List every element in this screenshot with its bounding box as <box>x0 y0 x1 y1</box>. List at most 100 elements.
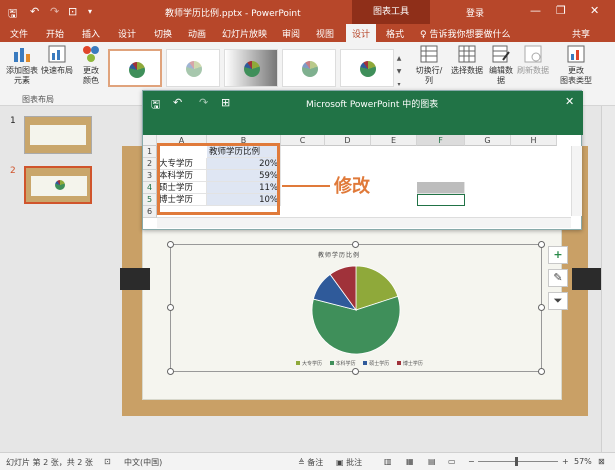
resize-handle[interactable] <box>538 304 545 311</box>
zoom-slider-knob[interactable] <box>515 457 518 466</box>
slide-vertical-scrollbar[interactable] <box>601 106 615 452</box>
slide-thumbnail-1[interactable] <box>24 116 92 154</box>
select-data-button[interactable]: 选择数据 <box>450 44 484 76</box>
chart-elements-plus-icon[interactable]: + <box>548 246 568 264</box>
resize-handle[interactable] <box>538 241 545 248</box>
row-header[interactable]: 5 <box>143 194 157 206</box>
gallery-scroll[interactable]: ▲ ▼ ▾ <box>394 52 404 92</box>
tab-file[interactable]: 文件 <box>10 27 28 40</box>
resize-handle[interactable] <box>167 304 174 311</box>
column-header-c[interactable]: C <box>281 135 325 146</box>
change-chart-type-button[interactable]: 更改 图表类型 <box>556 44 596 86</box>
pie-chart[interactable] <box>306 260 406 360</box>
slide-sorter-icon[interactable]: ▦ <box>406 457 414 466</box>
chart-styles-brush-icon[interactable]: ✎ <box>548 269 568 287</box>
redo-icon[interactable]: ↷ <box>199 96 208 109</box>
add-chart-element-button[interactable]: 添加图表 元素 <box>4 44 40 86</box>
customize-toolbar-icon[interactable]: ▾ <box>88 7 92 16</box>
resize-handle[interactable] <box>167 241 174 248</box>
slideshow-icon[interactable]: ▭ <box>448 457 456 466</box>
tab-review[interactable]: 审阅 <box>282 27 300 40</box>
minimize-icon[interactable]: — <box>530 4 541 17</box>
tab-chart-design[interactable]: 设计 <box>346 24 377 42</box>
cell-f5-active[interactable] <box>417 194 465 206</box>
data-horizontal-scrollbar[interactable] <box>157 217 571 228</box>
resize-handle[interactable] <box>538 368 545 375</box>
tab-home[interactable]: 开始 <box>46 27 64 40</box>
comments-label: 批注 <box>346 458 363 467</box>
chart-style-2[interactable] <box>166 49 220 87</box>
select-all-corner[interactable] <box>143 135 157 146</box>
column-header-g[interactable]: G <box>465 135 511 146</box>
chart-filter-icon[interactable]: ⏷ <box>548 292 568 310</box>
title-bar: 🖫 ↶ ↷ ⊡ ▾ 教师学历比例.pptx - PowerPoint 图表工具 … <box>0 0 615 24</box>
chart-style-3[interactable] <box>224 49 278 87</box>
change-colors-button[interactable]: 更改 颜色 <box>78 44 104 86</box>
undo-icon[interactable]: ↶ <box>173 96 182 109</box>
slide-number: 1 <box>10 116 16 126</box>
row-header[interactable]: 1 <box>143 146 157 158</box>
row-header[interactable]: 4 <box>143 182 157 194</box>
restore-icon[interactable]: ❐ <box>556 4 566 17</box>
zoom-level[interactable]: 57% <box>574 457 592 466</box>
tab-chart-format[interactable]: 格式 <box>386 27 404 40</box>
tab-transitions[interactable]: 切换 <box>154 27 172 40</box>
quick-layout-button[interactable]: 快速布局 <box>40 44 74 76</box>
comments-button[interactable]: ▣ 批注 <box>336 457 362 468</box>
select-data-label: 选择数据 <box>451 66 483 75</box>
close-icon[interactable]: ✕ <box>590 4 599 17</box>
save-icon[interactable]: 🖫 <box>8 5 17 24</box>
zoom-in-icon[interactable]: + <box>562 457 569 466</box>
reading-view-icon[interactable]: ▤ <box>428 457 436 466</box>
edit-data-button[interactable]: 编辑数 据 <box>486 44 516 86</box>
chart-style-pie-icon <box>244 61 260 77</box>
chart-style-1[interactable] <box>108 49 162 87</box>
edit-in-excel-icon[interactable]: ⊞ <box>221 96 230 109</box>
presentation-start-icon[interactable]: ⊡ <box>68 5 77 18</box>
zoom-slider[interactable] <box>478 461 558 462</box>
tab-insert[interactable]: 插入 <box>82 27 100 40</box>
annotation-text: 修改 <box>334 176 370 197</box>
highlight-box <box>157 143 280 215</box>
chart-data-title: Microsoft PowerPoint 中的图表 <box>306 100 439 110</box>
legend-swatch <box>296 361 300 365</box>
tab-slideshow[interactable]: 幻灯片放映 <box>222 27 267 40</box>
column-header-d[interactable]: D <box>325 135 371 146</box>
share-button[interactable]: 共享 <box>572 27 590 40</box>
data-vertical-scrollbar[interactable] <box>571 146 582 216</box>
column-header-e[interactable]: E <box>371 135 417 146</box>
tab-design[interactable]: 设计 <box>118 27 136 40</box>
resize-handle[interactable] <box>167 368 174 375</box>
tab-view[interactable]: 视图 <box>316 27 334 40</box>
spell-check-icon[interactable]: ⊡ <box>104 457 111 466</box>
notes-button[interactable]: ≜ 备注 <box>298 457 323 468</box>
chart-style-4[interactable] <box>282 49 336 87</box>
resize-handle[interactable] <box>352 241 359 248</box>
refresh-data-button[interactable]: 刷新数据 <box>516 44 550 76</box>
tab-animations[interactable]: 动画 <box>188 27 206 40</box>
zoom-out-icon[interactable]: − <box>468 457 475 466</box>
slide-thumbnails-pane: 1 2 <box>0 106 100 452</box>
close-icon[interactable]: ✕ <box>565 95 574 108</box>
legend-swatch <box>329 361 334 365</box>
save-icon[interactable]: 🖫 <box>151 96 160 115</box>
undo-icon[interactable]: ↶ <box>30 5 39 18</box>
slide-thumbnail-content <box>30 125 86 145</box>
switch-row-column-button[interactable]: 切换行/列 <box>412 44 446 86</box>
language-status[interactable]: 中文(中国) <box>124 457 162 468</box>
row-header[interactable]: 6 <box>143 206 157 218</box>
normal-view-icon[interactable]: ▥ <box>384 457 392 466</box>
cell-f4[interactable] <box>417 182 465 194</box>
resize-handle[interactable] <box>352 368 359 375</box>
login-link[interactable]: 登录 <box>466 6 484 19</box>
row-header[interactable]: 2 <box>143 158 157 170</box>
column-header-f[interactable]: F <box>417 135 465 146</box>
slide-thumbnail-2[interactable] <box>24 166 92 204</box>
chart-style-5[interactable] <box>340 49 394 87</box>
row-header[interactable]: 3 <box>143 170 157 182</box>
tell-me-search[interactable]: ♀ 告诉我你想要做什么 <box>420 27 510 40</box>
document-title: 教师学历比例.pptx - PowerPoint <box>165 9 301 19</box>
column-header-h[interactable]: H <box>511 135 557 146</box>
fit-slide-icon[interactable]: ⊠ <box>598 457 605 466</box>
redo-icon[interactable]: ↷ <box>50 5 59 18</box>
